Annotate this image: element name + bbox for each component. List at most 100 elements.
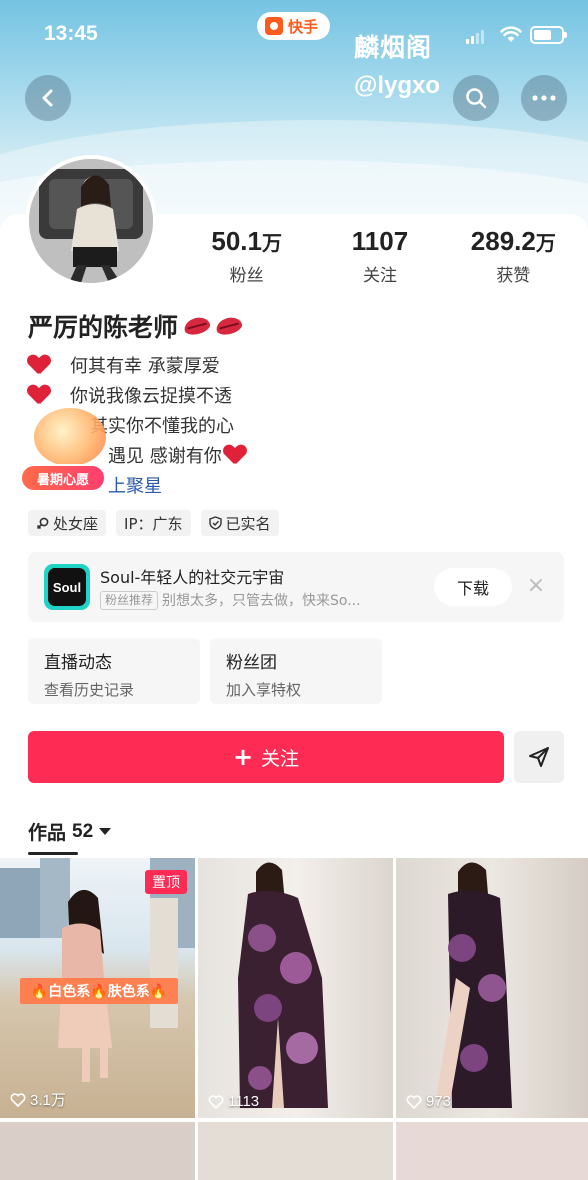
work-thumbnail[interactable]: 973 xyxy=(396,858,588,1118)
ad-download-button[interactable]: 下载 xyxy=(434,568,512,606)
avatar-image xyxy=(29,159,153,283)
entry-subtitle: 加入享特权 xyxy=(226,681,302,699)
tag-text: 已实名 xyxy=(225,514,271,533)
back-button[interactable] xyxy=(25,75,71,121)
entry-title: 粉丝团 xyxy=(226,653,277,673)
stat-number: 1107 xyxy=(351,226,409,256)
bio-text: 遇见 感谢有你 xyxy=(108,446,222,467)
stat-value: 289.2万 xyxy=(447,226,580,257)
nickname-text: 严厉的陈老师 xyxy=(28,313,179,342)
app-indicator: 快手 xyxy=(257,12,331,40)
ad-subtitle-text: 别想太多，只管去做，快来So... xyxy=(162,593,361,609)
ad-banner[interactable]: Soul Soul-年轻人的社交元宇宙 粉丝推荐 别想太多，只管去做，快来So.… xyxy=(28,552,564,622)
watermark-title: 麟烟阁 xyxy=(354,33,433,62)
bio-text: 何其有幸 承蒙厚爱 xyxy=(70,356,220,377)
stat-value: 1107 xyxy=(313,226,446,257)
status-bar: 13:45 快手 xyxy=(0,0,588,70)
tag-zodiac: 处女座 xyxy=(28,510,107,536)
stat-followers[interactable]: 50.1万 粉丝 xyxy=(180,226,313,286)
status-time: 13:45 xyxy=(44,22,98,45)
work-thumbnail[interactable]: 1113 xyxy=(198,858,393,1118)
verified-icon xyxy=(208,516,222,530)
stat-unit: 万 xyxy=(535,231,556,255)
profile-stats: 50.1万 粉丝 1107 关注 289.2万 获赞 xyxy=(180,226,580,286)
tab-works-label: 作品 xyxy=(28,822,67,844)
wish-tag: 暑期心愿 xyxy=(20,464,106,492)
work-thumbnail[interactable]: 置顶 🔥白色系🔥肤色系🔥 3.1万 xyxy=(0,858,195,1118)
wifi-icon xyxy=(500,26,522,42)
share-icon xyxy=(529,747,549,767)
like-count: 3.1万 xyxy=(10,1089,66,1110)
ad-logo-text: Soul xyxy=(48,568,86,606)
nickname: 严厉的陈老师 xyxy=(28,308,242,344)
tag-text: IP：广东 xyxy=(124,514,183,533)
like-count: 1113 xyxy=(208,1093,259,1110)
signal-icon xyxy=(466,30,484,44)
summer-wish-badge[interactable]: 暑期心愿 xyxy=(20,408,110,494)
dress-photo xyxy=(436,862,512,1108)
share-button[interactable] xyxy=(514,731,564,783)
entry-subtitle: 查看历史记录 xyxy=(44,681,135,699)
fan-club-entry[interactable]: 粉丝团 加入享特权 xyxy=(210,638,382,704)
bio-line: 你说我像云捉摸不透 xyxy=(28,380,568,410)
like-count-text: 1113 xyxy=(228,1093,260,1110)
stat-following[interactable]: 1107 关注 xyxy=(313,226,446,286)
battery-icon xyxy=(530,26,567,44)
bio-line: 何其有幸 承蒙厚爱 xyxy=(28,350,568,380)
search-button[interactable] xyxy=(453,75,499,121)
bio-link-text: 上聚星 xyxy=(108,476,162,497)
entry-title: 直播动态 xyxy=(44,653,112,673)
follow-button[interactable]: + 关注 xyxy=(28,731,504,783)
back-icon xyxy=(42,89,53,107)
tag-ip: IP：广东 xyxy=(116,510,191,536)
plus-icon: + xyxy=(232,743,254,771)
stat-label: 关注 xyxy=(362,266,397,286)
more-button[interactable] xyxy=(521,75,567,121)
stat-label: 获赞 xyxy=(496,266,531,286)
stat-label: 粉丝 xyxy=(229,266,264,286)
tab-works[interactable]: 作品 52 xyxy=(28,818,112,845)
tag-verified: 已实名 xyxy=(200,510,279,536)
kuaishou-logo-icon xyxy=(265,17,283,35)
live-history-entry[interactable]: 直播动态 查看历史记录 xyxy=(28,638,200,704)
avatar[interactable] xyxy=(25,155,157,287)
watermark-handle: @lygxo xyxy=(354,72,441,99)
stat-likes[interactable]: 289.2万 获赞 xyxy=(447,226,580,286)
dress-photo xyxy=(238,862,328,1108)
lips-icon xyxy=(216,318,242,334)
like-count-text: 973 xyxy=(426,1093,452,1110)
gender-icon xyxy=(36,517,49,529)
stat-number: 289.2 xyxy=(470,226,536,256)
ad-title: Soul-年轻人的社交元宇宙 xyxy=(100,568,285,587)
chevron-down-icon xyxy=(99,828,112,835)
lips-icon xyxy=(184,318,210,334)
like-count: 973 xyxy=(406,1093,451,1110)
tab-works-count: 52 xyxy=(72,820,94,842)
heart-icon xyxy=(28,355,50,375)
search-icon xyxy=(466,88,487,109)
stat-unit: 万 xyxy=(261,231,282,255)
work-thumbnail[interactable] xyxy=(0,1122,195,1180)
profile-tags: 处女座 IP：广东 已实名 xyxy=(28,510,279,536)
soul-app-icon: Soul xyxy=(44,564,90,610)
ad-chip: 粉丝推荐 xyxy=(100,590,159,610)
app-name: 快手 xyxy=(288,17,319,36)
more-icon xyxy=(532,95,556,101)
tab-underline xyxy=(28,852,78,855)
heart-outline-icon xyxy=(208,1094,224,1109)
bio-text: 你说我像云捉摸不透 xyxy=(70,386,232,407)
gift-bubble-icon xyxy=(34,408,106,466)
close-icon[interactable]: × xyxy=(526,574,546,598)
heart-icon xyxy=(224,445,244,465)
heart-outline-icon xyxy=(10,1092,26,1107)
like-count-text: 3.1万 xyxy=(30,1092,66,1109)
heart-icon xyxy=(28,385,50,405)
bio-text: 其实你不懂我的心 xyxy=(90,416,234,437)
work-thumbnail[interactable] xyxy=(198,1122,393,1180)
stat-value: 50.1万 xyxy=(180,226,313,257)
color-tag: 🔥白色系🔥肤色系🔥 xyxy=(20,978,178,1004)
pinned-badge: 置顶 xyxy=(145,870,187,894)
tag-text: 处女座 xyxy=(53,514,99,533)
follow-label: 关注 xyxy=(261,747,300,770)
work-thumbnail[interactable] xyxy=(396,1122,588,1180)
